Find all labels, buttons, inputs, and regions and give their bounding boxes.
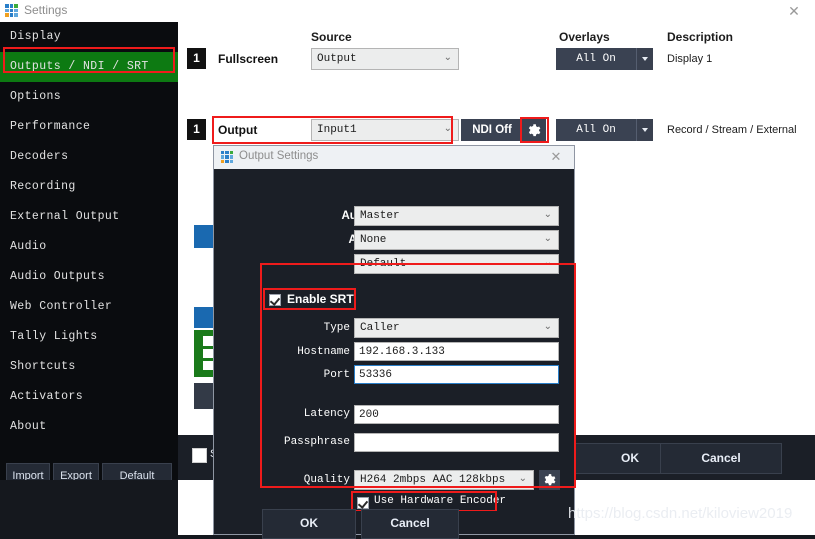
sidebar-item-external-output[interactable]: External Output	[0, 202, 178, 232]
sidebar-bottom-filler	[0, 480, 178, 535]
settings-cancel-button[interactable]: Cancel	[660, 443, 782, 474]
source-select-fullscreen[interactable]: Output ⌄	[311, 48, 459, 70]
type-value: Caller	[360, 322, 400, 334]
row-number-badge-1: 1	[187, 48, 206, 69]
chevron-down-icon: ⌄	[444, 49, 452, 69]
row-label-output: Output	[218, 123, 257, 137]
overlays-button-fullscreen[interactable]: All On	[556, 48, 636, 70]
quality-gear-button[interactable]	[539, 470, 560, 490]
port-input[interactable]: 53336	[354, 365, 559, 384]
chevron-down-icon-quality: ⌄	[519, 471, 527, 489]
sidebar: Display Outputs / NDI / SRT Options Perf…	[0, 22, 178, 480]
vmix-logo-icon	[5, 4, 18, 17]
column-header-source: Source	[311, 30, 352, 44]
output-settings-dialog: Output Settings ✕ Audio Channels Master …	[213, 145, 575, 535]
chevron-down-icon-alpha: ⌄	[544, 231, 552, 249]
close-icon-dialog[interactable]: ✕	[546, 148, 566, 166]
sidebar-item-about[interactable]: About	[0, 412, 178, 442]
row-label-fullscreen: Fullscreen	[218, 52, 278, 66]
sidebar-item-decoders[interactable]: Decoders	[0, 142, 178, 172]
alpha-channel-value: None	[360, 234, 386, 246]
overlays-dropdown-arrow-fullscreen[interactable]	[636, 48, 653, 70]
enable-srt-checkbox[interactable]	[269, 294, 281, 306]
quality-select[interactable]: H264 2mbps AAC 128kbps ⌄	[354, 470, 534, 490]
passphrase-input[interactable]	[354, 433, 559, 452]
show-checkbox[interactable]	[192, 448, 207, 463]
chevron-down-icon-audio: ⌄	[544, 207, 552, 225]
sidebar-item-display[interactable]: Display	[0, 22, 178, 52]
dialog-bottom-bar: OK Cancel	[214, 511, 574, 534]
row-number-badge-2: 1	[187, 119, 206, 140]
overlays-dropdown-arrow-output[interactable]	[636, 119, 653, 141]
gear-icon-main	[526, 123, 541, 138]
resolution-select[interactable]: Default ⌄	[354, 254, 559, 274]
ndi-toggle-button[interactable]: NDI Off	[461, 119, 523, 141]
audio-channels-value: Master	[360, 210, 400, 222]
sidebar-item-options[interactable]: Options	[0, 82, 178, 112]
port-label: Port	[254, 366, 350, 384]
enable-srt-label: Enable SRT	[287, 292, 354, 306]
watermark: https://blog.csdn.net/kiloview2019	[568, 505, 792, 522]
description-output: Record / Stream / External	[667, 124, 797, 136]
hostname-input[interactable]: 192.168.3.133	[354, 342, 559, 361]
chevron-down-icon-2: ⌄	[444, 120, 452, 140]
output-settings-gear-button[interactable]	[521, 119, 546, 141]
type-label: Type	[254, 319, 350, 337]
column-header-description: Description	[667, 30, 733, 44]
sidebar-item-audio[interactable]: Audio	[0, 232, 178, 262]
sidebar-item-activators[interactable]: Activators	[0, 382, 178, 412]
source-select-fullscreen-value: Output	[317, 53, 357, 65]
sidebar-item-audio-outputs[interactable]: Audio Outputs	[0, 262, 178, 292]
window-title: Settings	[24, 3, 67, 17]
dialog-title: Output Settings	[239, 150, 318, 162]
sidebar-item-shortcuts[interactable]: Shortcuts	[0, 352, 178, 382]
resolution-value: Default	[360, 258, 406, 270]
dialog-body: Audio Channels Master ⌄ Alpha Channel No…	[214, 169, 574, 511]
passphrase-label: Passphrase	[254, 433, 350, 451]
vmix-logo-icon-dialog	[221, 151, 233, 163]
latency-label: Latency	[254, 405, 350, 423]
window-titlebar: Settings ✕	[0, 0, 815, 22]
type-select[interactable]: Caller ⌄	[354, 318, 559, 338]
dialog-titlebar: Output Settings ✕	[214, 146, 574, 169]
use-hardware-encoder-checkbox[interactable]	[357, 497, 369, 509]
audio-channels-select[interactable]: Master ⌄	[354, 206, 559, 226]
column-header-overlays: Overlays	[559, 30, 610, 44]
screen-root: op Close Quick Play Cut Loop 1 2 3 4 Aud…	[0, 0, 815, 535]
gear-icon-quality	[542, 473, 556, 487]
source-select-output[interactable]: Input1 ⌄	[311, 119, 459, 141]
chevron-down-icon-res: ⌄	[544, 255, 552, 273]
sidebar-item-performance[interactable]: Performance	[0, 112, 178, 142]
sidebar-item-tally-lights[interactable]: Tally Lights	[0, 322, 178, 352]
sidebar-item-recording[interactable]: Recording	[0, 172, 178, 202]
sidebar-item-outputs-ndi-srt[interactable]: Outputs / NDI / SRT	[0, 52, 178, 82]
latency-input[interactable]: 200	[354, 405, 559, 424]
sidebar-item-web-controller[interactable]: Web Controller	[0, 292, 178, 322]
chevron-down-icon-type: ⌄	[544, 319, 552, 337]
hostname-label: Hostname	[254, 343, 350, 361]
quality-label: Quality	[254, 471, 350, 489]
description-fullscreen: Display 1	[667, 53, 712, 65]
quality-value: H264 2mbps AAC 128kbps	[360, 474, 505, 486]
use-hardware-encoder-label: Use Hardware Encoder	[374, 495, 506, 507]
source-select-output-value: Input1	[317, 124, 357, 136]
overlays-button-output[interactable]: All On	[556, 119, 636, 141]
alpha-channel-select[interactable]: None ⌄	[354, 230, 559, 250]
close-icon[interactable]: ✕	[783, 2, 805, 20]
